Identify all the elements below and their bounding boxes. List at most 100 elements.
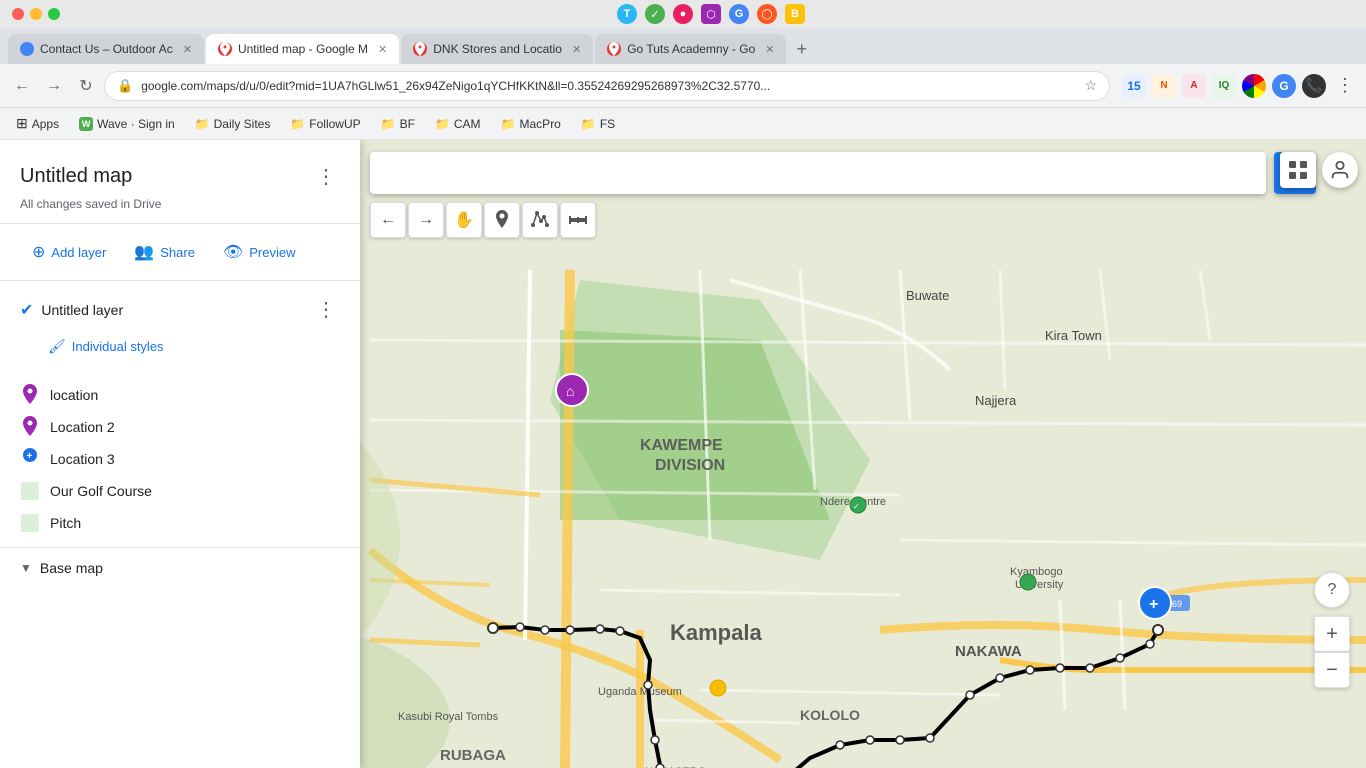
tab-untitled-map[interactable]: Untitled map - Google M ✕ <box>206 34 399 64</box>
location-item-5[interactable]: ⛳ Pitch <box>20 507 340 539</box>
hand-tool-button[interactable]: ✋ <box>446 202 482 238</box>
bookmark-daily-label: Daily Sites <box>214 117 271 131</box>
location-1-name: location <box>50 387 98 403</box>
back-button[interactable]: ← <box>8 72 36 100</box>
base-map-section: ▼ Base map <box>0 547 360 588</box>
tab-close-2[interactable]: ✕ <box>378 43 387 56</box>
grid-view-button[interactable] <box>1280 152 1316 188</box>
bookmarks-bar: ⊞ Apps W Wave · Sign in 📁 Daily Sites 📁 … <box>0 108 1366 140</box>
svg-text:69: 69 <box>1172 599 1182 609</box>
map-container[interactable]: A109 A109 69 KAWEMPE DIVISION Kampala NA… <box>0 140 1366 768</box>
save-status: All changes saved in Drive <box>20 197 340 211</box>
tab-contact-us[interactable]: Contact Us – Outdoor Ac ✕ <box>8 34 204 64</box>
tab-go-tuts[interactable]: Go Tuts Academny - Go ✕ <box>595 34 786 64</box>
user-avatar-icon <box>1329 159 1351 181</box>
add-layer-button[interactable]: ⊕ Add layer <box>20 236 118 268</box>
tab-close-3[interactable]: ✕ <box>572 43 581 56</box>
address-bar: ← → ↻ 🔒 google.com/maps/d/u/0/edit?mid=1… <box>0 64 1366 108</box>
add-marker-button[interactable] <box>484 202 520 238</box>
share-label: Share <box>160 245 195 260</box>
undo-button[interactable]: ← <box>370 202 406 238</box>
ext-icon-2[interactable]: ✓ <box>645 4 665 24</box>
close-button[interactable] <box>12 8 24 20</box>
bookmark-fs[interactable]: 📁 FS <box>573 115 623 133</box>
ext-badge-4[interactable]: IQ <box>1212 74 1236 98</box>
ext-badge-3[interactable]: A <box>1182 74 1206 98</box>
phone-icon[interactable]: 📞 <box>1302 74 1326 98</box>
ext-badge-1[interactable]: 15 <box>1122 74 1146 98</box>
minimize-button[interactable] <box>30 8 42 20</box>
base-map-row[interactable]: ▼ Base map <box>20 560 340 576</box>
bookmark-followup[interactable]: 📁 FollowUP <box>282 115 368 133</box>
sidebar-actions: ⊕ Add layer 👥 Share 👁 Preview <box>0 224 360 281</box>
bookmark-cam-label: CAM <box>454 117 481 131</box>
share-button[interactable]: 👥 Share <box>122 236 207 268</box>
bookmark-fs-label: FS <box>600 117 615 131</box>
browser-menu-icon[interactable]: ⋮ <box>1332 75 1358 96</box>
draw-icon <box>531 211 549 229</box>
tab-favicon-2 <box>218 42 232 56</box>
address-action-icons: ☆ <box>1084 77 1097 94</box>
measure-button[interactable] <box>560 202 596 238</box>
ext-icon-1[interactable]: T <box>617 4 637 24</box>
svg-text:Kampala: Kampala <box>670 620 762 645</box>
zoom-out-button[interactable]: − <box>1314 652 1350 688</box>
ext-icon-color[interactable] <box>1242 74 1266 98</box>
preview-button[interactable]: 👁 Preview <box>211 236 308 268</box>
marker-icon <box>494 210 510 230</box>
zoom-in-button[interactable]: + <box>1314 616 1350 652</box>
loc-3-icon: + <box>20 449 40 469</box>
svg-text:Kira Town: Kira Town <box>1045 328 1102 343</box>
ext-badge-2[interactable]: N <box>1152 74 1176 98</box>
tab-close-4[interactable]: ✕ <box>765 43 774 56</box>
map-search-input[interactable] <box>370 152 1266 194</box>
preview-icon: 👁 <box>223 242 243 262</box>
svg-text:+: + <box>27 451 33 462</box>
base-map-label: Base map <box>40 560 103 576</box>
google-account-icon[interactable]: G <box>1272 74 1296 98</box>
bookmark-daily-sites[interactable]: 📁 Daily Sites <box>187 115 279 133</box>
bookmark-cam[interactable]: 📁 CAM <box>427 115 489 133</box>
ext-icon-7[interactable]: B <box>785 4 805 24</box>
sidebar-title-row: Untitled map ⋮ <box>20 160 340 193</box>
bookmark-apps[interactable]: ⊞ Apps <box>8 113 67 134</box>
ext-icon-6[interactable]: ◯ <box>757 4 777 24</box>
preview-label: Preview <box>249 245 295 260</box>
bookmark-wave[interactable]: W Wave · Sign in <box>71 115 183 133</box>
ext-icon-4[interactable]: ⬡ <box>701 4 721 24</box>
tab-dnk-stores[interactable]: DNK Stores and Locatio ✕ <box>401 34 593 64</box>
loc-4-icon: ⛳ <box>20 481 40 501</box>
tab-close-1[interactable]: ✕ <box>183 43 192 56</box>
location-item-2[interactable]: Location 2 <box>20 411 340 443</box>
draw-shape-button[interactable] <box>522 202 558 238</box>
fullscreen-button[interactable] <box>48 8 60 20</box>
layer-checkbox-icon[interactable]: ✔ <box>20 300 33 320</box>
add-layer-label: Add layer <box>51 245 106 260</box>
location-item-1[interactable]: location <box>20 379 340 411</box>
reload-button[interactable]: ↻ <box>72 72 100 100</box>
forward-button[interactable]: → <box>40 72 68 100</box>
address-input-container[interactable]: 🔒 google.com/maps/d/u/0/edit?mid=1UA7hGL… <box>104 71 1110 101</box>
user-account-button[interactable] <box>1322 152 1358 188</box>
new-tab-button[interactable]: + <box>788 34 815 64</box>
individual-styles-label[interactable]: Individual styles <box>72 339 164 354</box>
bookmark-macpro[interactable]: 📁 MacPro <box>493 115 569 133</box>
layer-menu-icon[interactable]: ⋮ <box>312 293 340 326</box>
bookmark-star-icon[interactable]: ☆ <box>1084 77 1097 94</box>
svg-text:Uganda Museum: Uganda Museum <box>598 686 682 698</box>
svg-text:RUBAGA: RUBAGA <box>440 747 506 764</box>
map-menu-icon[interactable]: ⋮ <box>312 160 340 193</box>
folder-icon-daily: 📁 <box>195 117 210 131</box>
share-icon: 👥 <box>134 242 154 262</box>
location-item-4[interactable]: ⛳ Our Golf Course <box>20 475 340 507</box>
ext-icon-3[interactable]: ● <box>673 4 693 24</box>
bookmark-bf[interactable]: 📁 BF <box>373 115 423 133</box>
ext-icon-5[interactable]: G <box>729 4 749 24</box>
svg-text:Najjera: Najjera <box>975 393 1017 408</box>
folder-icon-fs: 📁 <box>581 117 596 131</box>
measure-icon <box>569 214 587 226</box>
help-button[interactable]: ? <box>1314 572 1350 608</box>
redo-button[interactable]: → <box>408 202 444 238</box>
tab-label-3: DNK Stores and Locatio <box>433 42 562 56</box>
location-item-3[interactable]: + Location 3 <box>20 443 340 475</box>
